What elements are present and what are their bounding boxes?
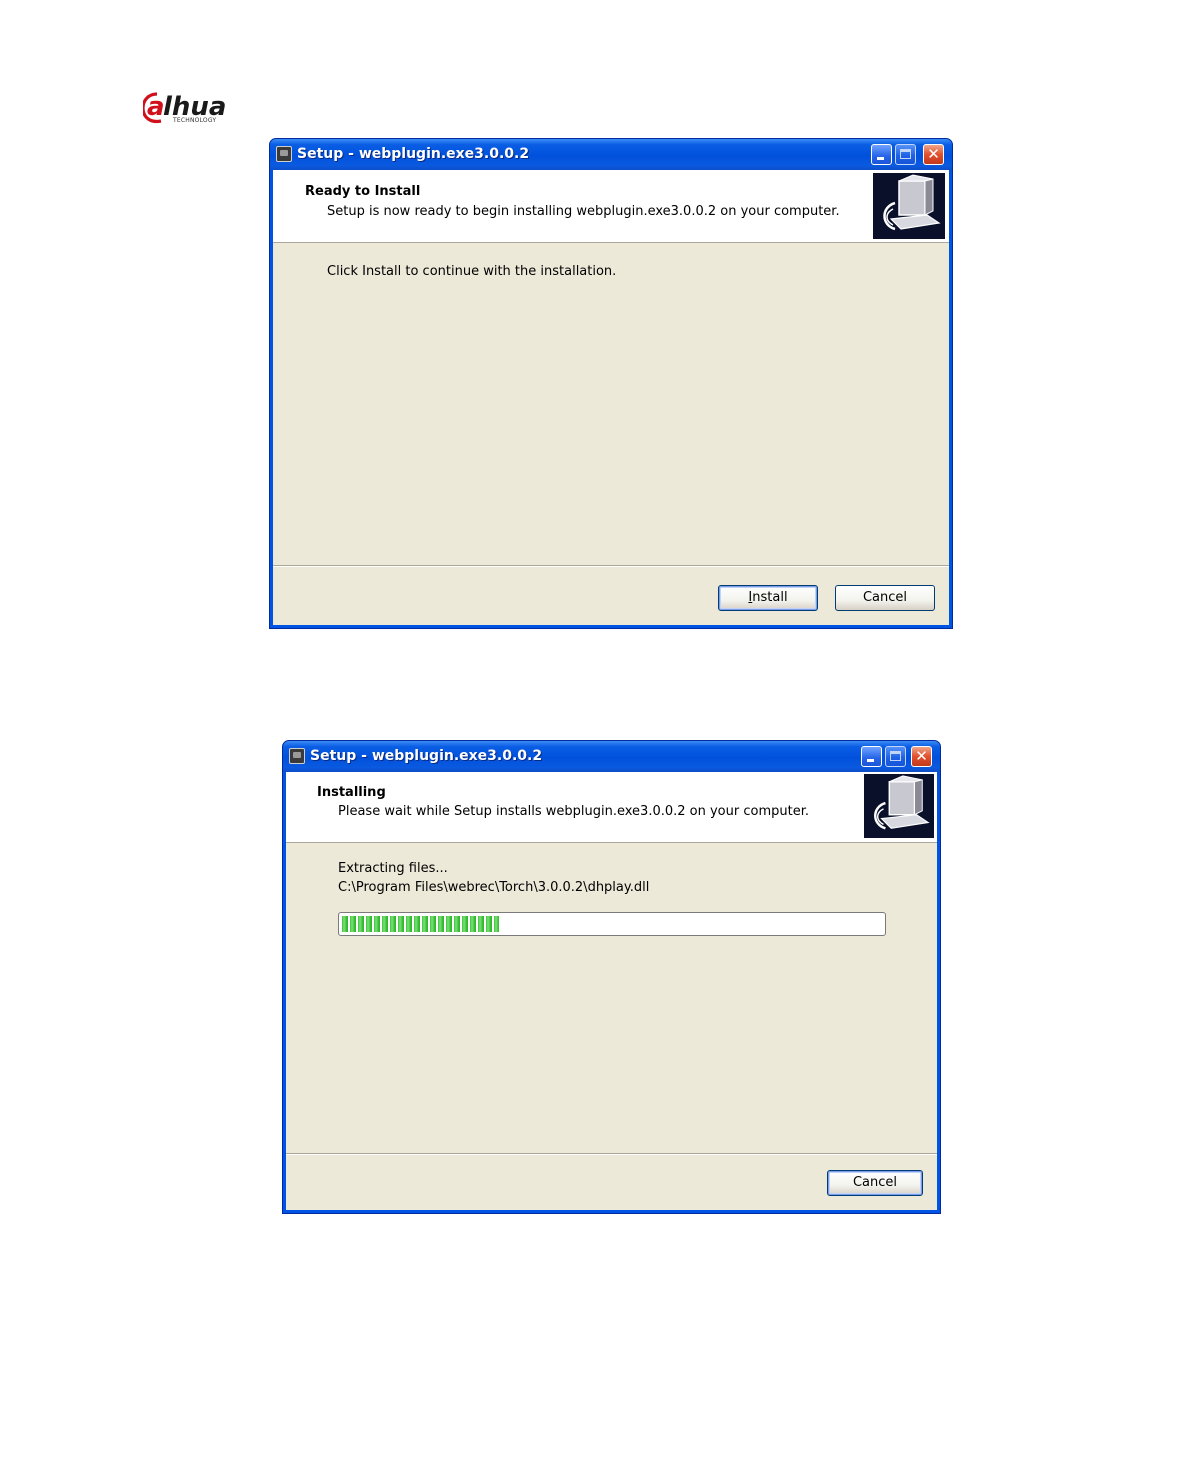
minimize-icon	[867, 759, 874, 762]
setup-computer-icon	[864, 774, 934, 838]
dialog-client-area: Installing Please wait while Setup insta…	[286, 772, 937, 1210]
progress-fill	[342, 916, 499, 932]
close-button[interactable]: ✕	[923, 144, 944, 165]
page-title: Installing	[317, 785, 386, 800]
cancel-button[interactable]: Cancel	[827, 1170, 923, 1196]
minimize-icon	[877, 157, 884, 160]
footer-separator	[273, 565, 949, 567]
setup-computer-icon	[873, 173, 945, 239]
setup-window-icon[interactable]	[289, 748, 305, 764]
close-icon: ✕	[927, 145, 940, 163]
title-bar[interactable]: Setup - webplugin.exe3.0.0.2 ✕	[270, 139, 952, 170]
maximize-button[interactable]	[895, 144, 916, 165]
status-text: Extracting files...	[338, 861, 448, 876]
wizard-header: Installing Please wait while Setup insta…	[286, 772, 937, 843]
title-bar[interactable]: Setup - webplugin.exe3.0.0.2 ✕	[283, 741, 940, 772]
install-button[interactable]: Install	[718, 585, 818, 611]
setup-dialog-installing: Setup - webplugin.exe3.0.0.2 ✕ Installin…	[282, 740, 941, 1214]
maximize-icon	[900, 149, 911, 159]
current-file-path: C:\Program Files\webrec\Torch\3.0.0.2\dh…	[338, 880, 650, 895]
install-button-label: nstall	[752, 590, 788, 605]
setup-window-icon[interactable]	[276, 146, 292, 162]
setup-computer-graphic	[874, 775, 930, 830]
page-title: Ready to Install	[305, 184, 421, 199]
setup-computer-graphic	[883, 174, 941, 231]
minimize-button[interactable]	[861, 746, 882, 767]
close-icon: ✕	[915, 747, 928, 765]
page-subtitle: Please wait while Setup installs webplug…	[338, 804, 809, 819]
dahua-logo: a lhua TECHNOLOGY	[141, 88, 263, 128]
page-subtitle: Setup is now ready to begin installing w…	[327, 204, 840, 219]
wizard-header: Ready to Install Setup is now ready to b…	[273, 170, 949, 243]
logo-subtext: TECHNOLOGY	[173, 117, 217, 124]
dialog-client-area: Ready to Install Setup is now ready to b…	[273, 170, 949, 625]
maximize-icon	[890, 751, 901, 761]
instruction-text: Click Install to continue with the insta…	[327, 264, 617, 279]
window-title: Setup - webplugin.exe3.0.0.2	[297, 146, 530, 162]
close-button[interactable]: ✕	[911, 746, 932, 767]
setup-dialog-ready: Setup - webplugin.exe3.0.0.2 ✕ Ready to …	[269, 138, 953, 629]
window-title: Setup - webplugin.exe3.0.0.2	[310, 748, 543, 764]
svg-text:a: a	[147, 92, 165, 122]
install-progress-bar	[338, 912, 886, 936]
footer-separator	[286, 1153, 937, 1155]
cancel-button[interactable]: Cancel	[835, 585, 935, 611]
maximize-button[interactable]	[885, 746, 906, 767]
minimize-button[interactable]	[871, 144, 892, 165]
